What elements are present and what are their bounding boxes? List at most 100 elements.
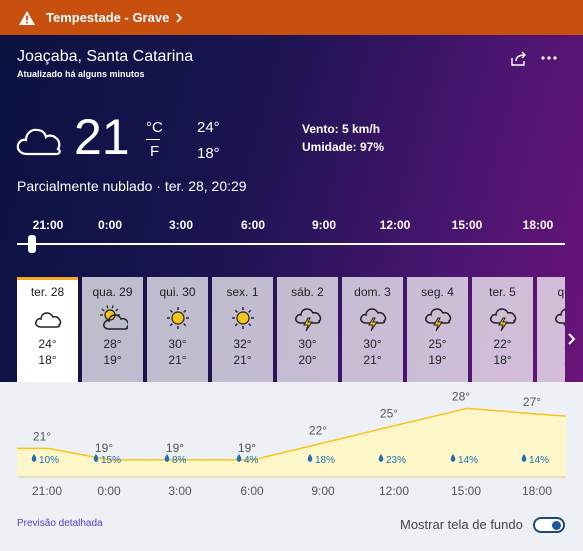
day-high: 25° <box>428 337 447 351</box>
x-tick-label: 3:00 <box>168 484 192 498</box>
day-low: 18° <box>493 353 512 367</box>
warning-icon <box>19 10 35 25</box>
thunderstorm-icon <box>424 308 451 331</box>
thunderstorm-icon <box>359 308 386 331</box>
x-tick-label: 15:00 <box>451 484 481 498</box>
unit-celsius[interactable]: °C <box>146 119 163 136</box>
day-low: 21° <box>363 353 382 367</box>
timeline-label[interactable]: 6:00 <box>241 218 265 232</box>
day-low: 19° <box>428 353 447 367</box>
daily-forecast-row: ter. 28 24° 18° qua. 29 28° 19° qui. 30 30° 21° s… <box>17 277 565 382</box>
background-toggle-label: Mostrar tela de fundo <box>400 517 523 532</box>
raindrop-icon <box>93 454 99 462</box>
footer: Previsão detalhada Mostrar tela de fundo <box>0 500 583 551</box>
wind-speed: Vento: 5 km/h <box>302 122 381 136</box>
detailed-forecast-link[interactable]: Previsão detalhada <box>17 518 103 529</box>
raindrop-icon <box>236 454 242 462</box>
day-name: qua. 29 <box>92 285 133 299</box>
day-low: 21° <box>233 353 252 367</box>
day-card[interactable]: qua. 29 28° 19° <box>82 277 143 382</box>
day-name: seg. 4 <box>421 285 454 299</box>
day-card[interactable]: dom. 3 30° 21° <box>342 277 403 382</box>
timeline-label[interactable]: 0:00 <box>98 218 122 232</box>
hourly-chart-svg: 21°10%21:0019°15%0:0019°8%3:0019°4%6:002… <box>17 389 567 498</box>
day-card[interactable]: sáb. 2 30° 20° <box>277 277 338 382</box>
time-slider-thumb[interactable] <box>28 235 36 253</box>
timeline-label[interactable]: 18:00 <box>523 218 554 232</box>
day-high: 28° <box>103 337 122 351</box>
cloud-icon <box>34 312 61 328</box>
day-name: qui. 30 <box>159 285 196 299</box>
time-slider-track[interactable] <box>17 243 565 245</box>
day-low: 18° <box>38 353 57 367</box>
temperature-label: 19° <box>238 441 256 455</box>
day-card[interactable]: qui. 30 30° 21° <box>147 277 208 382</box>
temperature-label: 27° <box>523 395 541 409</box>
day-name: qua <box>557 285 565 299</box>
temperature-label: 19° <box>166 441 184 455</box>
sun-icon <box>231 307 254 329</box>
raindrop-icon <box>164 454 170 462</box>
day-high: 30° <box>168 337 187 351</box>
day-card[interactable]: seg. 4 25° 19° <box>407 277 468 382</box>
precipitation-label: 15% <box>101 455 121 466</box>
updated-text: Atualizado há alguns minutos <box>17 69 145 79</box>
thunderstorm-icon <box>489 308 516 331</box>
timeline-label[interactable]: 3:00 <box>169 218 193 232</box>
day-high: 30° <box>298 337 317 351</box>
today-low: 18° <box>197 145 220 162</box>
thunderstorm-icon <box>554 308 565 326</box>
day-low: 21° <box>168 353 187 367</box>
temperature-label: 22° <box>309 424 327 438</box>
day-card[interactable]: qua 2 2 <box>537 277 565 382</box>
current-temperature: 21 <box>74 109 130 165</box>
severe-weather-alert[interactable]: Tempestade - Grave <box>0 0 583 35</box>
x-tick-label: 18:00 <box>522 484 552 498</box>
timeline-label[interactable]: 9:00 <box>312 218 336 232</box>
day-name: sáb. 2 <box>291 285 324 299</box>
precipitation-label: 8% <box>172 455 187 466</box>
today-high: 24° <box>197 119 220 136</box>
day-high: 22° <box>493 337 512 351</box>
day-high: 2 <box>537 337 565 351</box>
temperature-label: 21° <box>33 429 51 443</box>
x-tick-label: 12:00 <box>379 484 409 498</box>
day-card[interactable]: sex. 1 32° 21° <box>212 277 273 382</box>
location-name: Joaçaba, Santa Catarina <box>17 48 194 65</box>
timeline-label[interactable]: 15:00 <box>452 218 483 232</box>
day-card[interactable]: ter. 28 24° 18° <box>17 277 78 382</box>
temperature-label: 19° <box>95 441 113 455</box>
background-toggle[interactable] <box>533 517 565 533</box>
day-low: 2 <box>537 353 565 367</box>
more-options-icon[interactable] <box>540 55 558 61</box>
day-name: ter. 28 <box>30 285 65 299</box>
timeline-label[interactable]: 12:00 <box>380 218 411 232</box>
precipitation-label: 14% <box>529 455 549 466</box>
temperature-label: 25° <box>380 407 398 421</box>
share-icon[interactable] <box>510 51 528 67</box>
temperature-label: 28° <box>452 389 470 403</box>
precipitation-label: 4% <box>244 455 259 466</box>
partly-sunny-icon <box>99 305 128 330</box>
hourly-chart: 21° 10% 21:00 19° 15% 0:00 19° 8% 3:00 19° 4% 6:00 2… <box>0 382 583 500</box>
condition-text: Parcialmente nublado · ter. 28, 20:29 <box>17 178 247 194</box>
precipitation-label: 23% <box>386 455 406 466</box>
unit-fahrenheit[interactable]: F <box>150 143 159 160</box>
toggle-knob <box>552 521 561 530</box>
x-tick-label: 0:00 <box>97 484 121 498</box>
day-name: sex. 1 <box>226 285 259 299</box>
chevron-right-icon[interactable] <box>566 332 576 346</box>
thunderstorm-icon <box>294 308 321 331</box>
sun-icon <box>166 307 189 329</box>
precipitation-label: 14% <box>458 455 478 466</box>
x-tick-label: 21:00 <box>32 484 62 498</box>
day-name: dom. 3 <box>354 285 391 299</box>
day-low: 20° <box>298 353 317 367</box>
timeline-label[interactable]: 21:00 <box>33 218 64 232</box>
chevron-right-icon <box>176 12 183 23</box>
alert-text: Tempestade - Grave <box>46 10 170 25</box>
precipitation-label: 18% <box>315 455 335 466</box>
x-tick-label: 9:00 <box>311 484 335 498</box>
day-card[interactable]: ter. 5 22° 18° <box>472 277 533 382</box>
day-high: 32° <box>233 337 252 351</box>
